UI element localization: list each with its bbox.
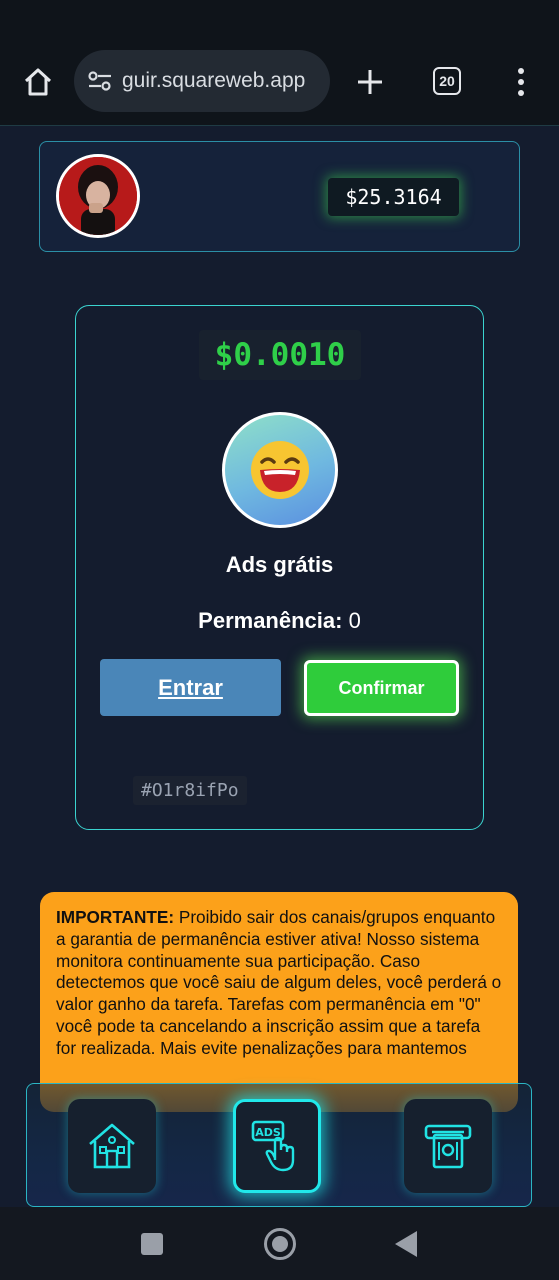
browser-toolbar: guir.squareweb.app 20 <box>0 0 559 126</box>
balance-display: $25.3164 <box>328 178 459 216</box>
enter-button[interactable]: Entrar <box>100 659 281 716</box>
new-tab-button[interactable] <box>350 62 390 102</box>
atm-withdraw-icon <box>424 1124 472 1169</box>
permanence-row: Permanência: 0 <box>76 608 483 634</box>
home-icon <box>24 68 52 96</box>
recents-button[interactable] <box>141 1233 163 1255</box>
bottom-navigation: ADS <box>26 1083 532 1207</box>
task-reward: $0.0010 <box>199 330 361 380</box>
task-card: $0.0010 Ads grátis Permanência: 0 Entrar… <box>75 305 484 830</box>
tab-switcher-button[interactable]: 20 <box>433 67 461 95</box>
permanence-label: Permanência: <box>198 608 343 633</box>
task-code: #O1r8ifPo <box>133 776 247 805</box>
home-icon <box>89 1123 135 1169</box>
url-text: guir.squareweb.app <box>122 69 306 92</box>
task-image <box>222 412 338 528</box>
permanence-value: 0 <box>348 608 361 633</box>
address-bar[interactable]: guir.squareweb.app <box>74 50 330 112</box>
ads-icon: ADS <box>251 1120 295 1172</box>
site-settings-icon[interactable] <box>86 67 114 95</box>
nav-withdraw-button[interactable] <box>404 1099 492 1193</box>
avatar[interactable] <box>56 154 140 238</box>
back-button[interactable] <box>395 1231 417 1257</box>
nav-ads-button[interactable]: ADS <box>233 1099 321 1193</box>
notice-body: Proibido sair dos canais/grupos enquanto… <box>56 907 502 1058</box>
more-vert-icon <box>518 68 524 74</box>
profile-card: $25.3164 <box>39 141 520 252</box>
nav-home-button[interactable] <box>68 1099 156 1193</box>
browser-home-button[interactable] <box>18 62 58 102</box>
important-notice: IMPORTANTE: Proibido sair dos canais/gru… <box>40 892 518 1112</box>
plus-icon <box>358 70 382 94</box>
confirm-button[interactable]: Confirmar <box>304 660 459 716</box>
system-navigation-bar <box>0 1207 559 1280</box>
browser-menu-button[interactable] <box>508 62 534 102</box>
laughing-emoji-icon <box>251 441 309 499</box>
notice-heading: IMPORTANTE: <box>56 907 175 927</box>
system-home-button[interactable] <box>264 1228 296 1260</box>
task-title: Ads grátis <box>225 552 334 577</box>
